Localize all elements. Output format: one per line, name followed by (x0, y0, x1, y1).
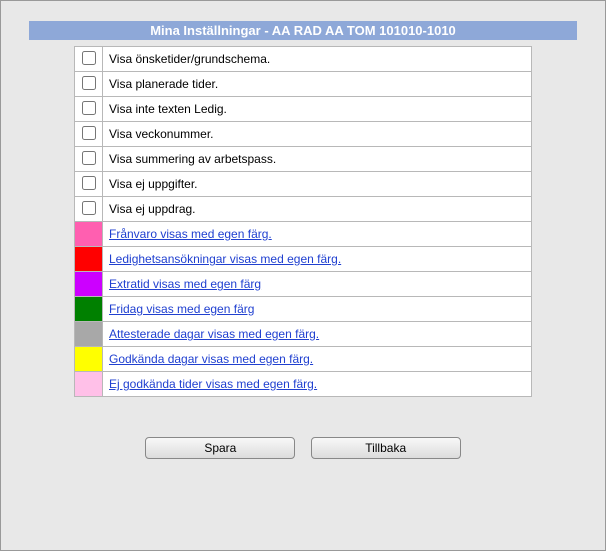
table-row: Frånvaro visas med egen färg. (75, 222, 532, 247)
color-link-godkanda[interactable]: Godkända dagar visas med egen färg. (109, 352, 313, 366)
checkbox-onsketider[interactable] (82, 51, 96, 65)
color-swatch-godkanda (75, 347, 103, 372)
color-swatch-extratid (75, 272, 103, 297)
table-row: Fridag visas med egen färg (75, 297, 532, 322)
button-row: Spara Tillbaka (1, 437, 605, 459)
checkbox-ej-uppdrag[interactable] (82, 201, 96, 215)
table-row: Ledighetsansökningar visas med egen färg… (75, 247, 532, 272)
color-link-attesterade[interactable]: Attesterade dagar visas med egen färg. (109, 327, 319, 341)
table-row: Ej godkända tider visas med egen färg. (75, 372, 532, 397)
color-link-ej-godkanda[interactable]: Ej godkända tider visas med egen färg. (109, 377, 317, 391)
setting-label: Visa önsketider/grundschema. (103, 47, 532, 72)
setting-label: Visa ej uppdrag. (103, 197, 532, 222)
color-swatch-attesterade (75, 322, 103, 347)
table-row: Visa ej uppgifter. (75, 172, 532, 197)
table-row: Visa summering av arbetspass. (75, 147, 532, 172)
table-row: Attesterade dagar visas med egen färg. (75, 322, 532, 347)
table-row: Visa ej uppdrag. (75, 197, 532, 222)
checkbox-planerade-tider[interactable] (82, 76, 96, 90)
setting-label: Visa planerade tider. (103, 72, 532, 97)
table-row: Godkända dagar visas med egen färg. (75, 347, 532, 372)
settings-panel: Mina Inställningar - AA RAD AA TOM 10101… (0, 0, 606, 551)
checkbox-veckonummer[interactable] (82, 126, 96, 140)
back-button[interactable]: Tillbaka (311, 437, 461, 459)
color-swatch-franvaro (75, 222, 103, 247)
color-link-fridag[interactable]: Fridag visas med egen färg (109, 302, 254, 316)
color-link-ledighet[interactable]: Ledighetsansökningar visas med egen färg… (109, 252, 341, 266)
settings-table: Visa önsketider/grundschema. Visa planer… (74, 46, 532, 397)
checkbox-ej-uppgifter[interactable] (82, 176, 96, 190)
table-row: Visa veckonummer. (75, 122, 532, 147)
table-row: Visa önsketider/grundschema. (75, 47, 532, 72)
table-row: Visa inte texten Ledig. (75, 97, 532, 122)
color-swatch-fridag (75, 297, 103, 322)
color-link-franvaro[interactable]: Frånvaro visas med egen färg. (109, 227, 272, 241)
checkbox-ledig-text[interactable] (82, 101, 96, 115)
checkbox-summering[interactable] (82, 151, 96, 165)
page-title: Mina Inställningar - AA RAD AA TOM 10101… (29, 21, 577, 40)
color-link-extratid[interactable]: Extratid visas med egen färg (109, 277, 261, 291)
color-swatch-ej-godkanda (75, 372, 103, 397)
table-row: Visa planerade tider. (75, 72, 532, 97)
setting-label: Visa summering av arbetspass. (103, 147, 532, 172)
table-row: Extratid visas med egen färg (75, 272, 532, 297)
save-button[interactable]: Spara (145, 437, 295, 459)
color-swatch-ledighet (75, 247, 103, 272)
setting-label: Visa inte texten Ledig. (103, 97, 532, 122)
setting-label: Visa veckonummer. (103, 122, 532, 147)
setting-label: Visa ej uppgifter. (103, 172, 532, 197)
